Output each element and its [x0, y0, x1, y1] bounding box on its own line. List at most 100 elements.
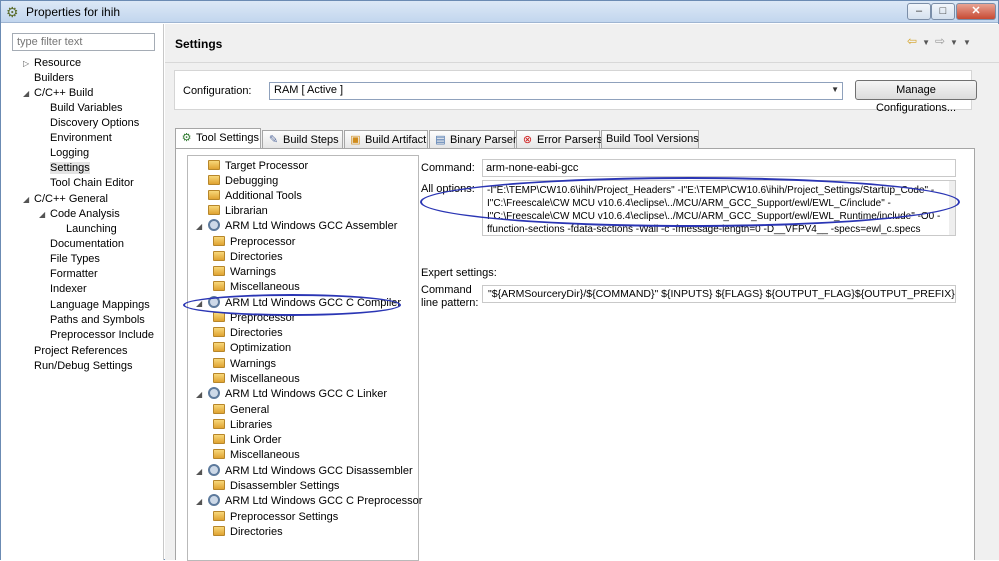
build-artifact-icon: ▣: [350, 134, 361, 146]
expert-settings-label: Expert settings:: [421, 267, 497, 279]
tree-item-gcc-disassembler[interactable]: ◢ ARM Ltd Windows GCC Disassembler: [196, 464, 413, 479]
folder-icon: [213, 480, 225, 490]
collapse-icon[interactable]: ◢: [196, 464, 208, 479]
tree-item-ld-libraries[interactable]: Libraries: [213, 418, 272, 433]
tree-item-disassembler-settings[interactable]: Disassembler Settings: [213, 479, 339, 494]
filter-input[interactable]: [12, 33, 155, 51]
page-title: Settings: [175, 37, 223, 51]
nav-item-paths-and-symbols[interactable]: Paths and Symbols: [50, 313, 145, 328]
nav-item-discovery-options[interactable]: Discovery Options: [50, 116, 139, 131]
nav-item-environment[interactable]: Environment: [50, 131, 112, 146]
collapse-icon[interactable]: ◢: [23, 192, 29, 207]
nav-item-cpp-general[interactable]: C/C++ General: [34, 192, 108, 207]
folder-icon: [208, 160, 220, 170]
tree-item-preprocessor-settings[interactable]: Preprocessor Settings: [213, 510, 338, 525]
nav-item-cpp-build[interactable]: C/C++ Build: [34, 86, 93, 101]
tree-item-pp-directories[interactable]: Directories: [213, 525, 283, 540]
title-bar: ⚙ Properties for ihih – □ ✕: [1, 1, 998, 23]
nav-item-code-analysis[interactable]: Code Analysis: [50, 207, 120, 222]
tree-item-gcc-c-preprocessor[interactable]: ◢ ARM Ltd Windows GCC C Preprocessor: [196, 494, 422, 509]
nav-item-run-debug-settings[interactable]: Run/Debug Settings: [34, 359, 132, 374]
tree-item-target-processor[interactable]: Target Processor: [196, 159, 308, 174]
tree-item-asm-miscellaneous[interactable]: Miscellaneous: [213, 280, 300, 295]
manage-configurations-button[interactable]: Manage Configurations...: [855, 80, 977, 114]
nav-item-builders[interactable]: Builders: [34, 71, 74, 86]
tool-settings-icon: ⚙: [181, 132, 192, 144]
collapse-icon[interactable]: ◢: [39, 207, 45, 222]
folder-icon: [213, 511, 225, 521]
nav-item-indexer[interactable]: Indexer: [50, 282, 87, 297]
tree-item-cc-directories[interactable]: Directories: [213, 326, 283, 341]
minimize-button[interactable]: –: [907, 3, 931, 20]
folder-icon: [213, 358, 225, 368]
expand-icon[interactable]: ▷: [23, 56, 29, 71]
tab-build-artifact[interactable]: ▣ Build Artifact: [344, 130, 428, 148]
maximize-button[interactable]: □: [931, 3, 955, 20]
tab-build-tool-versions[interactable]: Build Tool Versions: [601, 130, 699, 148]
tree-item-gcc-c-linker[interactable]: ◢ ARM Ltd Windows GCC C Linker: [196, 387, 387, 402]
tree-item-gcc-assembler[interactable]: ◢ ARM Ltd Windows GCC Assembler: [196, 219, 397, 234]
folder-icon: [213, 419, 225, 429]
configuration-label: Configuration:: [183, 85, 252, 97]
tree-item-ld-miscellaneous[interactable]: Miscellaneous: [213, 448, 300, 463]
configuration-select[interactable]: RAM [ Active ] ▼: [269, 82, 843, 100]
close-button[interactable]: ✕: [956, 3, 996, 20]
nav-item-logging[interactable]: Logging: [50, 146, 89, 161]
folder-icon: [213, 327, 225, 337]
highlight-oval-all-options: [420, 177, 960, 227]
tool-gear-icon: [208, 494, 220, 506]
tool-gear-icon: [208, 219, 220, 231]
collapse-icon[interactable]: ◢: [23, 86, 29, 101]
nav-item-resource[interactable]: Resource: [34, 56, 81, 71]
nav-item-project-references[interactable]: Project References: [34, 344, 128, 359]
tree-item-additional-tools[interactable]: Additional Tools: [196, 189, 302, 204]
tab-error-parsers[interactable]: ⊗ Error Parsers: [516, 130, 602, 148]
folder-icon: [213, 449, 225, 459]
tree-item-librarian[interactable]: Librarian: [196, 204, 268, 219]
build-steps-icon: ✎: [268, 134, 279, 146]
nav-item-documentation[interactable]: Documentation: [50, 237, 124, 252]
tab-build-steps[interactable]: ✎ Build Steps: [262, 130, 343, 148]
nav-item-build-variables[interactable]: Build Variables: [50, 101, 123, 116]
tree-item-cc-miscellaneous[interactable]: Miscellaneous: [213, 372, 300, 387]
binary-parsers-icon: ▤: [435, 134, 446, 146]
tree-item-debugging[interactable]: Debugging: [196, 174, 278, 189]
tree-item-asm-preprocessor[interactable]: Preprocessor: [213, 235, 295, 250]
tool-settings-tree: Target Processor Debugging Additional To…: [187, 155, 422, 561]
collapse-icon[interactable]: ◢: [196, 219, 208, 234]
tab-binary-parsers[interactable]: ▤ Binary Parsers: [429, 130, 522, 148]
nav-item-tool-chain-editor[interactable]: Tool Chain Editor: [50, 176, 134, 191]
chevron-down-icon[interactable]: ▼: [922, 38, 930, 47]
folder-icon: [213, 342, 225, 352]
folder-icon: [213, 373, 225, 383]
tree-item-cc-warnings[interactable]: Warnings: [213, 357, 276, 372]
nav-item-formatter[interactable]: Formatter: [50, 267, 98, 282]
command-line-pattern-field[interactable]: "${ARMSourceryDir}/${COMMAND}" ${INPUTS}…: [482, 285, 956, 303]
forward-arrow-icon[interactable]: ⇨: [935, 34, 945, 48]
tree-item-cc-optimization[interactable]: Optimization: [213, 341, 291, 356]
tree-item-asm-directories[interactable]: Directories: [213, 250, 283, 265]
nav-item-file-types[interactable]: File Types: [50, 252, 100, 267]
tree-item-asm-warnings[interactable]: Warnings: [213, 265, 276, 280]
nav-item-language-mappings[interactable]: Language Mappings: [50, 298, 150, 313]
folder-icon: [208, 205, 220, 215]
chevron-down-icon[interactable]: ▼: [950, 38, 958, 47]
tree-item-ld-general[interactable]: General: [213, 403, 269, 418]
folder-icon: [213, 526, 225, 536]
command-line-pattern-label: Command line pattern:: [421, 284, 479, 309]
command-field[interactable]: arm-none-eabi-gcc: [482, 159, 956, 177]
back-arrow-icon[interactable]: ⇦: [907, 34, 917, 48]
collapse-icon[interactable]: ◢: [196, 494, 208, 509]
configuration-group: Configuration: RAM [ Active ] ▼ Manage C…: [174, 70, 977, 114]
folder-icon: [208, 175, 220, 185]
tree-item-ld-link-order[interactable]: Link Order: [213, 433, 281, 448]
folder-icon: [213, 281, 225, 291]
view-menu-icon[interactable]: ▼: [963, 38, 971, 47]
nav-item-settings[interactable]: Settings: [50, 161, 90, 176]
tab-tool-settings[interactable]: ⚙ Tool Settings: [175, 128, 261, 149]
nav-item-preprocessor-include-paths[interactable]: Preprocessor Include Pa: [50, 328, 156, 343]
title-separator: [165, 62, 999, 63]
error-icon: ⊗: [522, 134, 533, 146]
nav-item-launching[interactable]: Launching: [66, 222, 117, 237]
collapse-icon[interactable]: ◢: [196, 387, 208, 402]
